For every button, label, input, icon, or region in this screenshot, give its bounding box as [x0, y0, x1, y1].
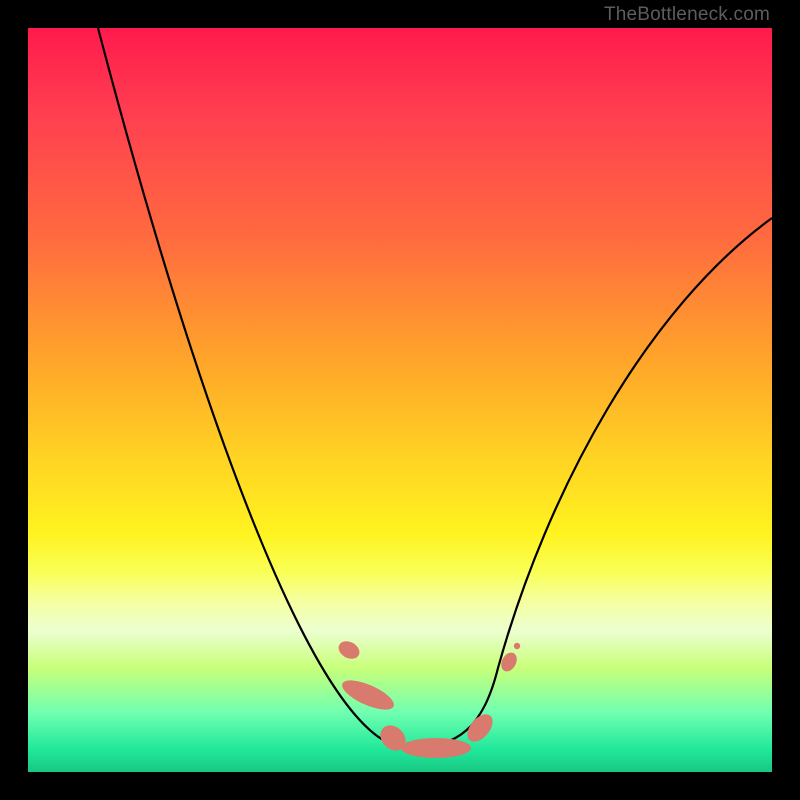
marker-bottom-bar [401, 738, 471, 758]
marker-left-segment [338, 674, 397, 715]
outer-frame: TheBottleneck.com [0, 0, 800, 800]
chart-svg [28, 28, 772, 772]
watermark-label: TheBottleneck.com [604, 4, 770, 26]
curve-layer [98, 28, 772, 748]
marker-left-cap-top [336, 638, 363, 662]
chart-area [28, 28, 772, 772]
marker-layer [336, 638, 521, 758]
marker-right-speck [514, 643, 520, 649]
series-curve [98, 28, 772, 748]
